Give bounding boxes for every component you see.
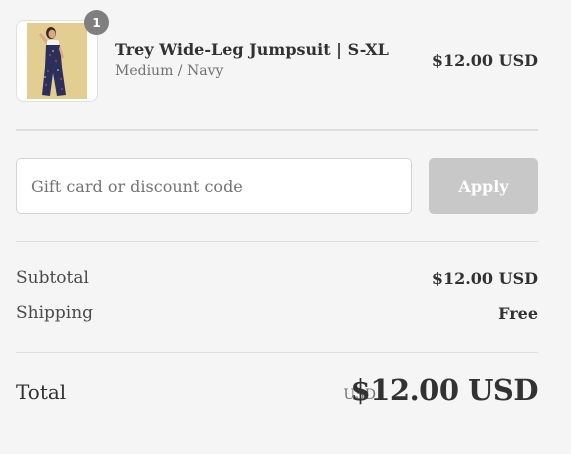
- product-title: Trey Wide-Leg Jumpsuit | S-XL: [115, 40, 389, 59]
- cost-lines: Subtotal $12.00 USD Shipping Free: [16, 242, 538, 352]
- total-amount: $12.00 USD: [350, 373, 539, 407]
- quantity-badge: 1: [84, 10, 109, 35]
- product-variant: Medium / Navy: [115, 63, 224, 79]
- discount-code-input[interactable]: [16, 158, 412, 214]
- total-label: Total: [16, 380, 67, 404]
- shipping-value: Free: [498, 304, 538, 323]
- shipping-label: Shipping: [16, 303, 94, 323]
- product-thumbnail: 1: [16, 10, 109, 102]
- discount-section: Apply: [16, 131, 538, 241]
- order-summary: 1 Trey Wide-Leg Jumpsuit | S-XL Medium /…: [16, 0, 539, 443]
- product-image: [17, 21, 97, 101]
- subtotal-label: Subtotal: [16, 268, 89, 288]
- product-price: $12.00 USD: [431, 51, 538, 70]
- subtotal-value: $12.00 USD: [431, 269, 538, 288]
- apply-button[interactable]: Apply: [429, 158, 538, 214]
- total-row: Total USD $12.00 USD: [16, 353, 539, 443]
- product-line-item: 1 Trey Wide-Leg Jumpsuit | S-XL Medium /…: [16, 0, 538, 129]
